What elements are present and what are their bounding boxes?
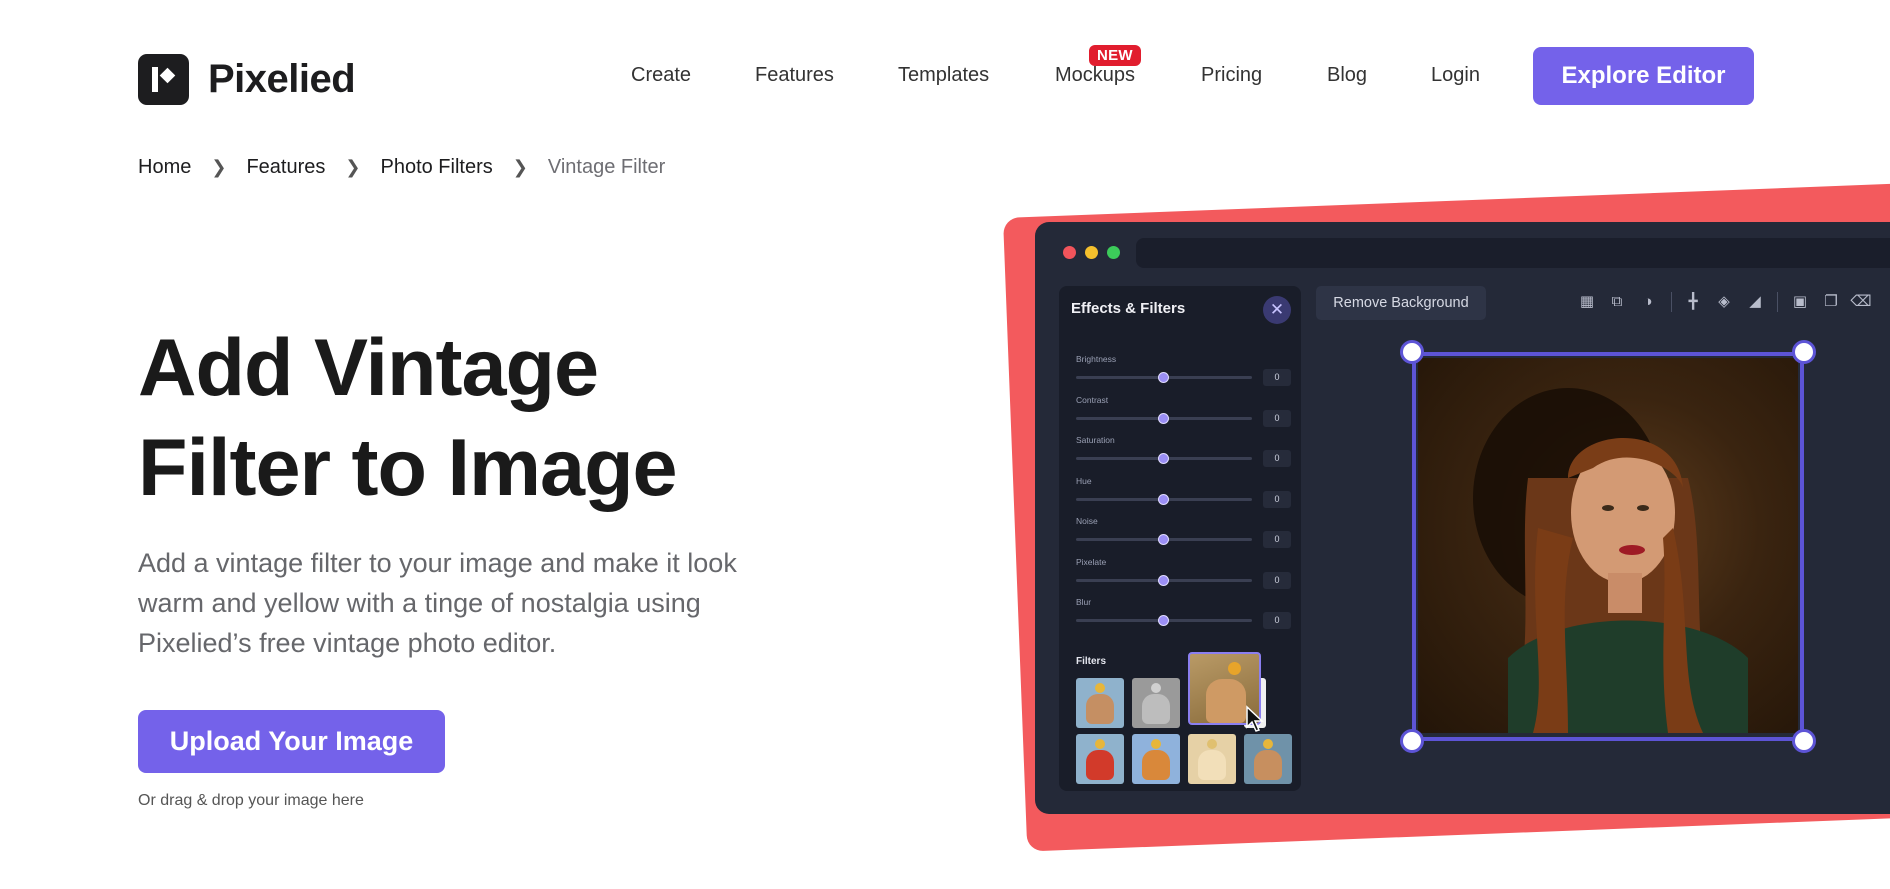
- slider-label-blur: Blur: [1076, 597, 1092, 607]
- close-icon[interactable]: ✕: [1263, 296, 1291, 324]
- resize-handle-top-right[interactable]: [1792, 340, 1816, 364]
- flip-icon[interactable]: ◢: [1744, 291, 1766, 313]
- slider-label-brightness: Brightness: [1076, 354, 1117, 364]
- nav-pricing[interactable]: Pricing: [1201, 64, 1262, 87]
- slider-thumb-hue[interactable]: [1158, 494, 1169, 505]
- drag-drop-hint: Or drag & drop your image here: [138, 792, 364, 809]
- slider-value-blur[interactable]: 0: [1263, 612, 1291, 629]
- breadcrumb-features[interactable]: Features: [246, 156, 325, 179]
- copy-icon[interactable]: ❐: [1820, 291, 1842, 313]
- resize-handle-bottom-left[interactable]: [1400, 729, 1424, 753]
- filter-thumbnail[interactable]: [1076, 678, 1124, 728]
- canvas-image[interactable]: [1418, 358, 1798, 733]
- window-close-dot: [1063, 246, 1076, 259]
- effects-filters-panel: Effects & Filters ✕ Brightness 0 Contras…: [1059, 286, 1301, 791]
- logo-text: Pixelied: [208, 57, 356, 101]
- duplicate-frame-icon[interactable]: ⧉: [1606, 291, 1628, 313]
- slider-thumb-blur[interactable]: [1158, 615, 1169, 626]
- breadcrumb-current: Vintage Filter: [547, 156, 666, 178]
- portrait-illustration: [1473, 388, 1748, 733]
- explore-editor-button[interactable]: Explore Editor: [1533, 47, 1754, 105]
- remove-background-button[interactable]: Remove Background: [1316, 286, 1486, 320]
- page-title: Add Vintage Filter to Image: [138, 323, 678, 513]
- panel-title: Effects & Filters: [1071, 300, 1186, 317]
- slider-thumb-pixelate[interactable]: [1158, 575, 1169, 586]
- slider-label-noise: Noise: [1076, 516, 1098, 526]
- filters-label: Filters: [1076, 656, 1107, 667]
- filter-thumbnail[interactable]: [1076, 734, 1124, 784]
- chevron-right-icon: ❯: [211, 157, 227, 177]
- slider-thumb-saturation[interactable]: [1158, 453, 1169, 464]
- slider-value-pixelate[interactable]: 0: [1263, 572, 1291, 589]
- slider-label-hue: Hue: [1076, 476, 1092, 486]
- trash-icon[interactable]: ⌫: [1850, 291, 1872, 313]
- filter-thumbnail[interactable]: [1188, 734, 1236, 784]
- filter-thumbnail[interactable]: [1244, 734, 1292, 784]
- slider-thumb-brightness[interactable]: [1158, 372, 1169, 383]
- logo[interactable]: Pixelied: [138, 54, 356, 105]
- lock-icon[interactable]: ▣: [1789, 291, 1811, 313]
- logo-mark-icon: [138, 54, 189, 105]
- resize-handle-bottom-right[interactable]: [1792, 729, 1816, 753]
- breadcrumb-home[interactable]: Home: [138, 156, 191, 179]
- cursor-arrow-icon: [1246, 705, 1264, 732]
- layers-icon[interactable]: ◈: [1713, 291, 1735, 313]
- breadcrumb: Home ❯ Features ❯ Photo Filters ❯ Vintag…: [138, 156, 665, 179]
- breadcrumb-photo-filters[interactable]: Photo Filters: [380, 156, 492, 179]
- filter-thumbnail[interactable]: [1132, 678, 1180, 728]
- align-icon[interactable]: ╋: [1682, 291, 1704, 313]
- filter-thumbnail[interactable]: [1132, 734, 1180, 784]
- editor-preview-window: Effects & Filters ✕ Brightness 0 Contras…: [1035, 222, 1890, 814]
- chevron-right-icon: ❯: [345, 157, 361, 177]
- hero-subtitle: Add a vintage filter to your image and m…: [138, 548, 737, 658]
- nav-templates[interactable]: Templates: [898, 64, 989, 87]
- nav-features[interactable]: Features: [755, 64, 834, 87]
- slider-label-pixelate: Pixelate: [1076, 557, 1107, 567]
- window-minimize-dot: [1085, 246, 1098, 259]
- slider-value-contrast[interactable]: 0: [1263, 410, 1291, 427]
- upload-image-button[interactable]: Upload Your Image: [138, 710, 445, 773]
- nav-mockups[interactable]: Mockups: [1055, 64, 1135, 87]
- nav-create[interactable]: Create: [631, 64, 691, 87]
- slider-value-saturation[interactable]: 0: [1263, 450, 1291, 467]
- slider-thumb-contrast[interactable]: [1158, 413, 1169, 424]
- nav-login[interactable]: Login: [1431, 64, 1480, 87]
- slider-value-hue[interactable]: 0: [1263, 491, 1291, 508]
- slider-thumb-noise[interactable]: [1158, 534, 1169, 545]
- opacity-icon[interactable]: ◑: [1637, 291, 1659, 313]
- grid-icon[interactable]: ▦: [1576, 291, 1598, 313]
- slider-label-contrast: Contrast: [1076, 395, 1109, 405]
- slider-label-saturation: Saturation: [1076, 435, 1115, 445]
- window-maximize-dot: [1107, 246, 1120, 259]
- resize-handle-top-left[interactable]: [1400, 340, 1424, 364]
- nav-blog[interactable]: Blog: [1327, 64, 1367, 87]
- address-bar: [1136, 238, 1890, 268]
- slider-value-noise[interactable]: 0: [1263, 531, 1291, 548]
- new-badge: NEW: [1089, 45, 1141, 66]
- chevron-right-icon: ❯: [512, 157, 528, 177]
- slider-value-brightness[interactable]: 0: [1263, 369, 1291, 386]
